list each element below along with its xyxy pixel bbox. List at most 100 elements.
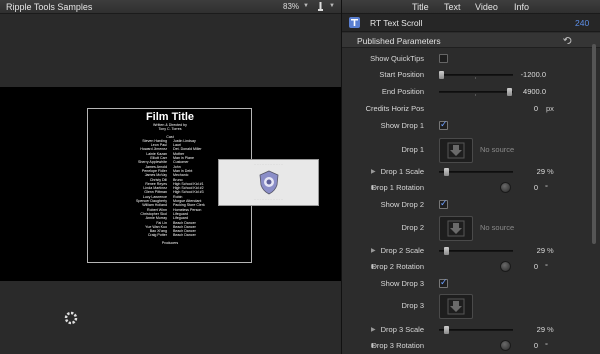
disclosure-triangle-icon[interactable]: ▶ [371, 326, 376, 333]
param-label: Credits Horiz Pos [365, 104, 424, 113]
title-clip-icon [349, 17, 360, 28]
drop1-image-well[interactable] [439, 138, 473, 163]
degree-unit: ° [545, 262, 548, 271]
scrollbar-thumb[interactable] [592, 44, 596, 244]
drop2-rotation-dial[interactable] [500, 261, 511, 272]
show-drop2-checkbox[interactable] [439, 198, 448, 209]
param-label: Drop 2 Rotation [371, 262, 424, 271]
param-label: End Position [381, 87, 424, 96]
drop-zone-image: · · · · · · · · · · · · · · · · · · · · … [218, 159, 319, 206]
download-arrow-icon [447, 298, 465, 315]
param-label: Start Position [379, 70, 424, 79]
percent-unit: % [547, 246, 554, 255]
drop1-no-source: No source [480, 145, 515, 154]
inspector-scrollbar[interactable] [592, 34, 596, 354]
param-label: Drop 1 [401, 145, 424, 154]
param-row-start-position: Start Position -1200.0 [342, 68, 592, 82]
param-row-drop2: Drop 2 No source [342, 216, 592, 242]
param-label: Drop 2 Scale [380, 246, 424, 255]
param-row-drop1-scale: ▶ Drop 1 Scale 29 % [342, 165, 592, 179]
drop1-scale-value[interactable]: 29 [537, 167, 545, 176]
clip-name: RT Text Scroll [370, 18, 423, 28]
actor-name: Craig Potter [147, 233, 167, 238]
chevron-down-icon[interactable]: ▼ [329, 3, 335, 9]
drop2-no-source: No source [480, 223, 515, 232]
param-row-drop3-scale: ▶ Drop 3 Scale 29 % [342, 323, 592, 337]
section-label: Published Parameters [357, 36, 441, 46]
param-row-drop2-rotation: ▶ Drop 2 Rotation 0 ° [342, 260, 592, 274]
param-label: Drop 1 Rotation [371, 183, 424, 192]
drop2-rotation-value[interactable]: 0 [534, 262, 538, 271]
percent-unit: % [547, 167, 554, 176]
degree-unit: ° [545, 183, 548, 192]
param-row-show-quicktips: Show QuickTips [342, 52, 592, 66]
director-name: Tony C. Torres [158, 127, 182, 132]
credits-horiz-value[interactable]: 0 [534, 104, 538, 113]
clip-duration: 240 [575, 18, 590, 28]
param-row-drop1-rotation: ▶ Drop 1 Rotation 0 ° [342, 181, 592, 195]
drop3-rotation-value[interactable]: 0 [534, 341, 538, 350]
tab-video[interactable]: Video [475, 2, 498, 12]
download-arrow-icon [447, 220, 465, 237]
zoom-popup[interactable]: 83% [283, 2, 299, 11]
view-options-icon[interactable] [318, 2, 323, 11]
param-row-drop1: Drop 1 No source [342, 138, 592, 164]
producers-header: Producers [161, 240, 179, 245]
param-row-drop3-rotation: ▶ Drop 3 Rotation 0 ° [342, 339, 592, 353]
param-label: Drop 3 [401, 301, 424, 310]
param-label: Drop 3 Rotation [371, 341, 424, 350]
role-name: Beach Dancer [173, 233, 196, 238]
end-position-value[interactable]: 4900.0 [523, 87, 546, 96]
tab-info[interactable]: Info [514, 2, 529, 12]
param-label: Show QuickTips [370, 54, 424, 63]
param-row-drop3: Drop 3 [342, 294, 592, 320]
param-label: Drop 2 [401, 223, 424, 232]
disclosure-triangle-icon[interactable]: ▶ [371, 168, 376, 175]
viewer-title: Ripple Tools Samples [6, 2, 93, 12]
param-row-end-position: End Position 4900.0 [342, 85, 592, 99]
param-row-show-drop2: Show Drop 2 [342, 198, 592, 212]
drop3-scale-slider[interactable] [439, 326, 513, 334]
inspector-panel: Title Text Video Info RT Text Scroll 240… [342, 0, 600, 354]
published-parameters-header[interactable]: Published Parameters [342, 33, 600, 48]
param-label: Show Drop 1 [380, 121, 424, 130]
viewer-header: Ripple Tools Samples 83% ▼ ▼ [0, 0, 341, 14]
param-label: Drop 3 Scale [380, 325, 424, 334]
param-row-drop2-scale: ▶ Drop 2 Scale 29 % [342, 244, 592, 258]
param-row-credits-horiz-pos: Credits Horiz Pos 0 px [342, 102, 592, 116]
param-label: Drop 1 Scale [380, 167, 424, 176]
disclosure-triangle-icon[interactable]: ▶ [371, 247, 376, 254]
inspector-titlebar: RT Text Scroll 240 [342, 14, 600, 32]
inspector-tabs: Title Text Video Info [342, 0, 600, 14]
cast-row: Craig Potter Beach Dancer [90, 233, 250, 237]
show-drop3-checkbox[interactable] [439, 277, 448, 288]
loading-spinner-icon [64, 311, 78, 325]
param-label: Show Drop 2 [380, 200, 424, 209]
start-position-slider[interactable] [439, 71, 513, 79]
unit-label: px [546, 104, 554, 113]
tab-title[interactable]: Title [412, 2, 429, 12]
tab-text[interactable]: Text [444, 2, 461, 12]
start-position-value[interactable]: -1200.0 [521, 70, 546, 79]
drop2-scale-slider[interactable] [439, 247, 513, 255]
param-row-show-drop3: Show Drop 3 [342, 277, 592, 291]
drop1-rotation-value[interactable]: 0 [534, 183, 538, 192]
drop1-scale-slider[interactable] [439, 168, 513, 176]
show-drop1-checkbox[interactable] [439, 119, 448, 130]
drop2-image-well[interactable] [439, 216, 473, 241]
percent-unit: % [547, 325, 554, 334]
drop2-scale-value[interactable]: 29 [537, 246, 545, 255]
chevron-down-icon[interactable]: ▼ [303, 3, 309, 9]
drop1-rotation-dial[interactable] [500, 182, 511, 193]
drop3-image-well[interactable] [439, 294, 473, 319]
viewer-panel: Ripple Tools Samples 83% ▼ ▼ Film Title … [0, 0, 341, 354]
end-position-slider[interactable] [439, 88, 513, 96]
crest-icon [259, 170, 279, 195]
drop3-rotation-dial[interactable] [500, 340, 511, 351]
show-quicktips-checkbox[interactable] [439, 54, 448, 63]
reset-icon[interactable] [563, 36, 572, 45]
film-title: Film Title [145, 111, 195, 123]
param-row-show-drop1: Show Drop 1 [342, 119, 592, 133]
drop3-scale-value[interactable]: 29 [537, 325, 545, 334]
download-arrow-icon [447, 142, 465, 159]
